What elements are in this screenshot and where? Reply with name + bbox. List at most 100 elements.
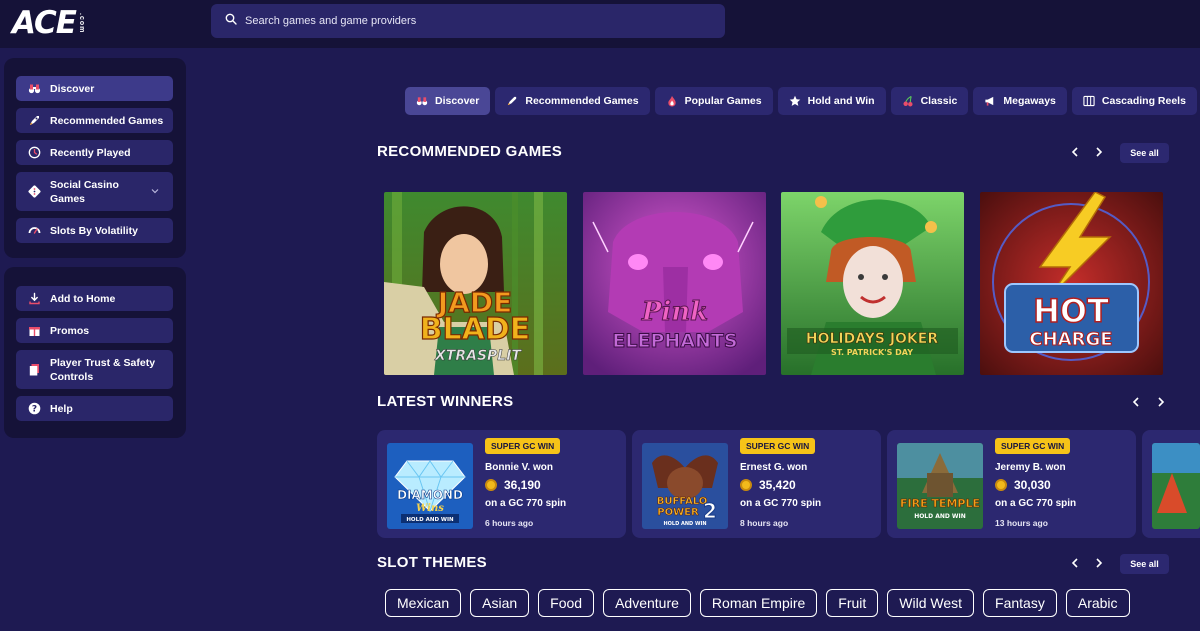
rocket-icon — [28, 114, 41, 127]
tab-label: Recommended Games — [525, 95, 639, 107]
holidays-joker-art: HOLIDAYS JOKER ST. PATRICK'S DAY — [781, 192, 964, 375]
coin-icon — [995, 479, 1007, 491]
chevron-right-icon — [1157, 394, 1165, 412]
svg-text:CHARGE: CHARGE — [1029, 329, 1112, 350]
tab-label: Classic — [920, 95, 958, 107]
winner-card[interactable]: FIRE TEMPLE HOLD AND WIN SUPER GC WIN Je… — [887, 430, 1136, 538]
winner-card[interactable]: BUFFALO POWER 2 HOLD AND WIN SUPER GC WI… — [632, 430, 881, 538]
coin-icon — [740, 479, 752, 491]
tab-classic[interactable]: Classic — [890, 87, 969, 115]
svg-text:BUFFALO: BUFFALO — [657, 496, 708, 507]
tab-discover[interactable]: Discover — [405, 87, 491, 115]
sidebar-item-recently-played[interactable]: Recently Played — [16, 140, 173, 165]
chevron-left-icon — [1071, 144, 1079, 162]
tab-label: Cascading Reels — [1101, 95, 1186, 107]
svg-text:ELEPHANTS: ELEPHANTS — [612, 330, 737, 352]
clock-icon — [28, 146, 41, 159]
sidebar-item-label: Help — [50, 402, 73, 415]
chevron-left-icon — [1071, 555, 1079, 573]
sidebar-item-label: Recently Played — [50, 146, 131, 159]
star-icon — [789, 95, 801, 107]
svg-text:BLADE: BLADE — [420, 312, 531, 347]
game-tile-pink-elephants[interactable]: Pink ELEPHANTS — [583, 192, 766, 375]
pink-elephants-art: Pink ELEPHANTS — [583, 192, 766, 375]
svg-text:HOLD AND WIN: HOLD AND WIN — [406, 517, 454, 523]
game-tile-hot-charge[interactable]: HOT CHARGE — [980, 192, 1163, 375]
documents-icon — [28, 363, 41, 376]
winner-amount-value: 36,190 — [504, 478, 541, 492]
gauge-icon — [28, 224, 41, 237]
sidebar-item-label: Slots By Volatility — [50, 224, 138, 237]
tab-megaways[interactable]: Megaways — [973, 87, 1067, 115]
svg-text:DIAMOND: DIAMOND — [397, 488, 463, 502]
category-tabs: Discover Recommended Games Popular Games… — [405, 87, 1200, 115]
sidebar-item-recommended-games[interactable]: Recommended Games — [16, 108, 173, 133]
theme-chip-food[interactable]: Food — [538, 589, 595, 617]
game-tile-holidays-joker[interactable]: HOLIDAYS JOKER ST. PATRICK'S DAY — [781, 192, 964, 375]
search-bar[interactable] — [211, 4, 725, 38]
theme-chip-adventure[interactable]: Adventure — [603, 589, 691, 617]
sidebar-item-social-casino-games[interactable]: Social Casino Games — [16, 172, 173, 211]
coin-icon — [485, 479, 497, 491]
download-icon — [28, 292, 41, 305]
themes-next-button[interactable] — [1089, 554, 1109, 574]
theme-chip-arabic[interactable]: Arabic — [1065, 589, 1130, 617]
winner-game-thumbnail — [1152, 443, 1200, 529]
sidebar-item-slots-by-volatility[interactable]: Slots By Volatility — [16, 218, 173, 243]
binoculars-icon — [28, 82, 41, 95]
svg-text:HOLD AND WIN: HOLD AND WIN — [914, 513, 966, 520]
ace-logo[interactable]: ACE .com — [12, 5, 112, 41]
recommended-prev-button[interactable] — [1065, 143, 1085, 163]
winner-game-thumbnail: DIAMOND Wins HOLD AND WIN — [387, 443, 473, 529]
svg-text:HOT: HOT — [1033, 292, 1109, 330]
chevron-right-icon — [1095, 555, 1103, 573]
sidebar-item-label: Promos — [50, 324, 90, 337]
sidebar-item-promos[interactable]: Promos — [16, 318, 173, 343]
super-gc-win-badge: SUPER GC WIN — [740, 438, 816, 454]
buffalo-power-art: BUFFALO POWER 2 HOLD AND WIN — [642, 443, 728, 529]
winner-amount: 35,420 — [740, 478, 796, 492]
search-input[interactable] — [245, 15, 705, 27]
svg-text:XTRASPLIT: XTRASPLIT — [434, 348, 522, 364]
logo-suffix: .com — [77, 12, 85, 34]
flame-icon — [666, 95, 678, 107]
sidebar-item-player-trust-safety[interactable]: Player Trust & Safety Controls — [16, 350, 173, 389]
theme-chip-fruit[interactable]: Fruit — [826, 589, 879, 617]
winner-card-partial[interactable] — [1142, 430, 1200, 538]
winner-amount-value: 30,030 — [1014, 478, 1051, 492]
theme-chip-fantasy[interactable]: Fantasy — [983, 589, 1057, 617]
sidebar-item-discover[interactable]: Discover — [16, 76, 173, 101]
tab-recommended-games[interactable]: Recommended Games — [495, 87, 650, 115]
tab-hold-and-win[interactable]: Hold and Win — [777, 87, 886, 115]
themes-see-all-button[interactable]: See all — [1120, 554, 1169, 574]
winner-name: Jeremy B. won — [995, 462, 1066, 473]
latest-winners-title: LATEST WINNERS — [377, 393, 514, 410]
chevron-down-icon[interactable] — [151, 186, 159, 194]
sidebar-item-help[interactable]: ? Help — [16, 396, 173, 421]
winners-next-button[interactable] — [1151, 393, 1171, 413]
theme-chip-roman-empire[interactable]: Roman Empire — [699, 589, 818, 617]
recommended-see-all-button[interactable]: See all — [1120, 143, 1169, 163]
svg-text:HOLD AND WIN: HOLD AND WIN — [663, 521, 706, 527]
chevron-left-icon — [1132, 394, 1140, 412]
winner-game-thumbnail: FIRE TEMPLE HOLD AND WIN — [897, 443, 983, 529]
winner-name: Bonnie V. won — [485, 462, 553, 473]
game-tile-jade-blade[interactable]: JADE BLADE XTRASPLIT — [384, 192, 567, 375]
theme-chip-wild-west[interactable]: Wild West — [887, 589, 975, 617]
help-icon: ? — [28, 402, 41, 415]
super-gc-win-badge: SUPER GC WIN — [485, 438, 561, 454]
winners-prev-button[interactable] — [1126, 393, 1146, 413]
theme-chip-mexican[interactable]: Mexican — [385, 589, 462, 617]
tab-cascading-reels[interactable]: Cascading Reels — [1071, 87, 1197, 115]
theme-chip-asian[interactable]: Asian — [470, 589, 530, 617]
recommended-next-button[interactable] — [1089, 143, 1109, 163]
winner-time: 8 hours ago — [740, 518, 789, 528]
tab-popular-games[interactable]: Popular Games — [654, 87, 773, 115]
winner-card[interactable]: DIAMOND Wins HOLD AND WIN SUPER GC WIN B… — [377, 430, 626, 538]
svg-text:Wins: Wins — [416, 503, 444, 514]
reels-icon — [1083, 95, 1095, 107]
themes-prev-button[interactable] — [1065, 554, 1085, 574]
sidebar-item-add-to-home[interactable]: Add to Home — [16, 286, 173, 311]
super-gc-win-badge: SUPER GC WIN — [995, 438, 1071, 454]
svg-text:Pink: Pink — [641, 297, 708, 327]
